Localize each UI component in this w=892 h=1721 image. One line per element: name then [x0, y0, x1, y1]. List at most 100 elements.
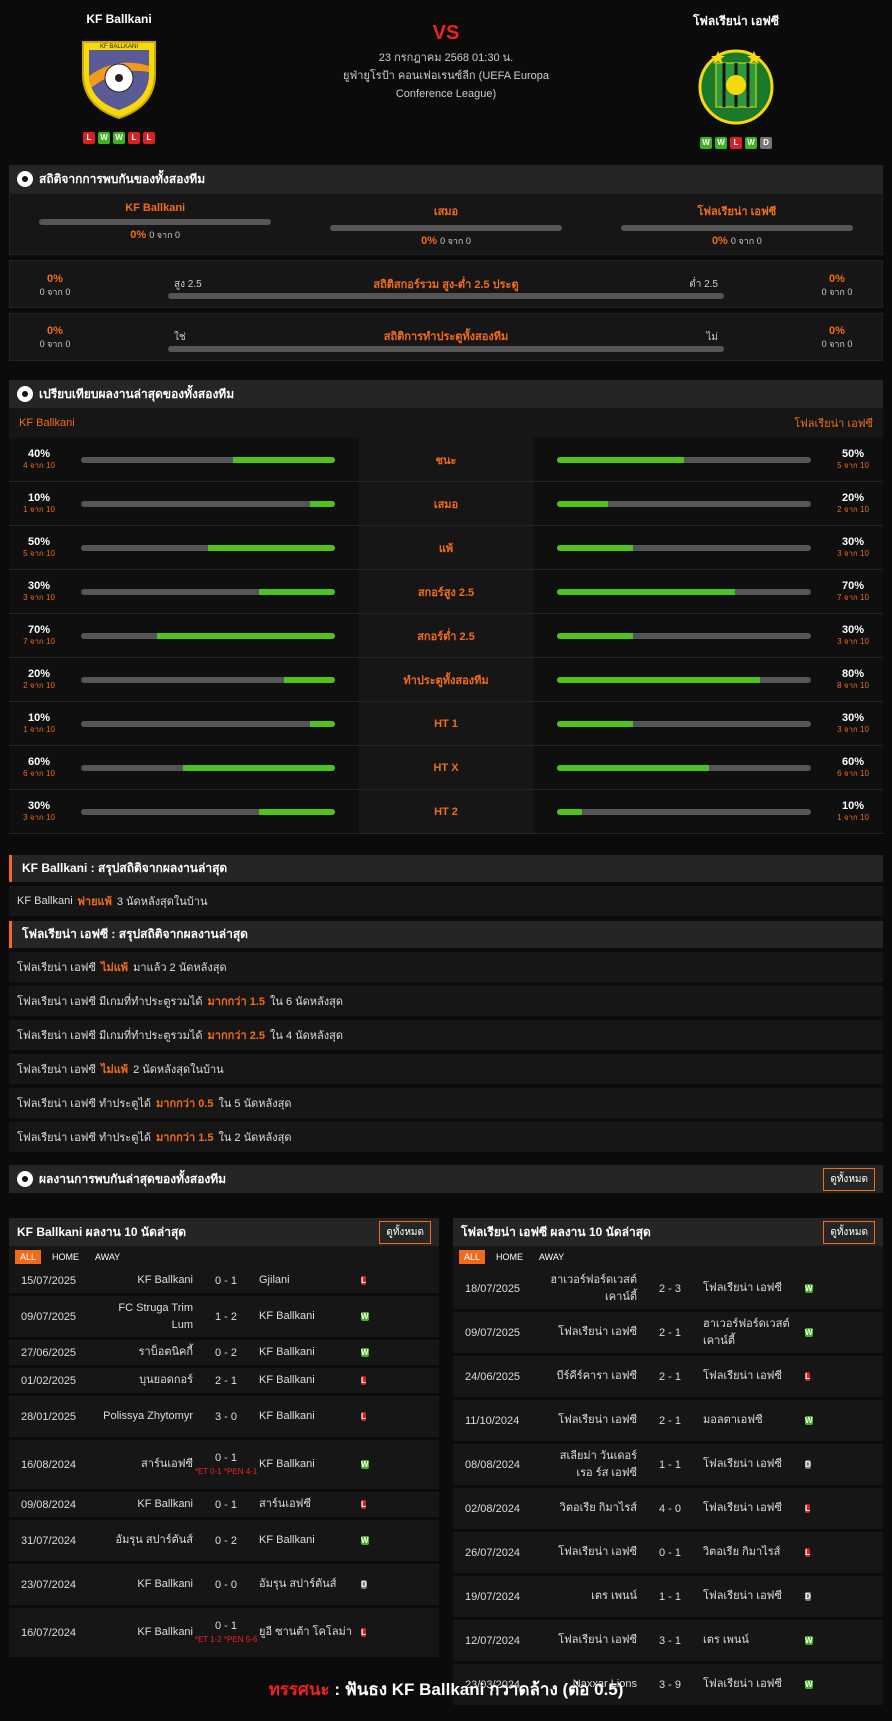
match-row[interactable]: 15/07/2025 KF Ballkani 0 - 1 Gjilani L: [9, 1268, 439, 1296]
compare-home: 30% 3 จาก 10: [9, 790, 359, 833]
soccer-ball-icon: [17, 386, 33, 402]
match-row[interactable]: 12/07/2024 โฟลเรียน่า เอฟซี 3 - 1 เตร เพนน์…: [453, 1620, 883, 1664]
away-bar-fill: [557, 632, 634, 639]
match-score: 0 - 1: [214, 1498, 237, 1511]
form-badge: D: [760, 137, 772, 149]
match-home: สาร์นเอฟซี: [141, 1458, 193, 1470]
home-form: LWWLL: [9, 132, 229, 144]
tab-all[interactable]: ALL: [15, 1250, 42, 1264]
away-pct: 30% 3 จาก 10: [837, 623, 869, 646]
match-header: KF Ballkani KF BALLKANI LWWLL VS 23 กรกฎ…: [9, 0, 883, 160]
match-row[interactable]: 31/07/2024 อัมรุน สปาร์ตันส์ 0 - 2 KF Ballk…: [9, 1520, 439, 1564]
away-team[interactable]: โฟลเรียน่า เอฟซี WWLWD: [626, 12, 846, 149]
tab-home[interactable]: HOME: [491, 1250, 528, 1264]
home-bar: [81, 720, 335, 727]
result-badge: L: [361, 1628, 366, 1637]
match-row[interactable]: 24/06/2025 บีร์คีร์คารา เอฟซี 2 - 1 โฟลเรีย…: [453, 1356, 883, 1400]
btts-stats: 0% 0 จาก 0 ใช่ สถิติการทำประตูทั้งสองทีม …: [9, 313, 883, 361]
result-badge: W: [361, 1312, 369, 1321]
match-score: 1 - 1: [658, 1590, 681, 1603]
match-row[interactable]: 11/10/2024 โฟลเรียน่า เอฟซี 2 - 1 มอลตาเอฟซ…: [453, 1400, 883, 1444]
home-pct: 40% 4 จาก 10: [23, 447, 55, 470]
tab-all[interactable]: ALL: [459, 1250, 486, 1264]
away-summary-title: โฟลเรียน่า เอฟซี : สรุปสถิติจากผลงานล่าส…: [9, 921, 883, 948]
home-pct: 10% 1 จาก 10: [23, 711, 55, 734]
tab-away[interactable]: AWAY: [534, 1250, 569, 1264]
match-home: KF Ballkani: [137, 1274, 193, 1286]
h2h-home: KF Ballkani 0% 0 จาก 0: [10, 194, 300, 254]
match-score: 2 - 1: [658, 1326, 681, 1339]
away-pct: 50% 5 จาก 10: [837, 447, 869, 470]
match-row[interactable]: 08/08/2024 สเลียม่า วันเดอร์เรอ ร์ส เอฟซี…: [453, 1444, 883, 1488]
match-row[interactable]: 09/07/2025 FC Struga Trim Lum 1 - 2 KF Ball…: [9, 1296, 439, 1340]
summary-row: โฟลเรียน่า เอฟซี ทำประตูได้ มากกว่า 1.5 ใน…: [9, 1122, 883, 1152]
match-date: 15/07/2025: [21, 1274, 77, 1287]
result-badge: L: [361, 1412, 366, 1421]
match-away: Gjilani: [259, 1274, 290, 1286]
result-badge: L: [805, 1372, 810, 1381]
result-badge: L: [361, 1500, 366, 1509]
home-bar: [81, 676, 335, 683]
result-badge: W: [361, 1536, 369, 1545]
home-team-logo: KF BALLKANI: [77, 36, 161, 120]
tab-away[interactable]: AWAY: [90, 1250, 125, 1264]
match-date: 01/02/2025: [21, 1374, 77, 1387]
compare-row: 10% 1 จาก 10 HT 1 30% 3 จาก 10: [9, 702, 883, 746]
match-score: 0 - 2: [214, 1346, 237, 1359]
match-row[interactable]: 19/07/2024 เตร เพนน์ 1 - 1 โฟลเรียน่า เอฟซี…: [453, 1576, 883, 1620]
form-badge: L: [128, 132, 140, 144]
home-summary-title: KF Ballkani : สรุปสถิติจากผลงานล่าสุด: [9, 855, 883, 882]
summary-row: โฟลเรียน่า เอฟซี ทำประตูได้ มากกว่า 0.5 ใน…: [9, 1088, 883, 1118]
away-last-matches: โฟลเรียน่า เอฟซี ผลงาน 10 นัดล่าสุด ดูทั้…: [453, 1218, 883, 1708]
match-date: 24/06/2025: [465, 1370, 521, 1383]
match-row[interactable]: 23/07/2024 KF Ballkani 0 - 0 อัมรุน สปาร์ตั…: [9, 1564, 439, 1608]
away-bar-fill: [557, 764, 710, 771]
match-date: 12/07/2024: [465, 1634, 521, 1647]
form-badge: L: [730, 137, 742, 149]
match-row[interactable]: 01/02/2025 บุนยอดกอร์ 2 - 1 KF Ballkani L: [9, 1368, 439, 1396]
match-home: ราบ็อตนิคกี้: [138, 1346, 193, 1358]
form-badge: L: [83, 132, 95, 144]
match-row[interactable]: 09/07/2025 โฟลเรียน่า เอฟซี 2 - 1 ฮาเวอร์ฟอ…: [453, 1312, 883, 1356]
match-row[interactable]: 16/08/2024 สาร์นเอฟซี 0 - 1 *ET 0-1 *PEN 4-…: [9, 1440, 439, 1492]
match-home: Polissya Zhytomyr: [103, 1410, 193, 1422]
match-home: วิตอเรีย กิมาไรส์: [559, 1502, 637, 1514]
compare-label: HT 2: [359, 790, 533, 833]
soccer-ball-icon: [17, 1171, 33, 1187]
away-pct: 80% 8 จาก 10: [837, 667, 869, 690]
home-view-all-button[interactable]: ดูทั้งหมด: [379, 1220, 431, 1244]
prediction: ทรรศนะ : ฟันธง KF Ballkani กวาดล้าง (ต่อ…: [0, 1676, 892, 1703]
match-home: โฟลเรียน่า เอฟซี: [558, 1634, 637, 1646]
match-row[interactable]: 26/07/2024 โฟลเรียน่า เอฟซี 0 - 1 วิตอเรีย …: [453, 1532, 883, 1576]
match-home: FC Struga Trim Lum: [118, 1301, 193, 1331]
match-row[interactable]: 02/08/2024 วิตอเรีย กิมาไรส์ 4 - 0 โฟลเรียน…: [453, 1488, 883, 1532]
view-all-button[interactable]: ดูทั้งหมด: [823, 1167, 875, 1191]
tab-home[interactable]: HOME: [47, 1250, 84, 1264]
match-score: 0 - 1 *ET 0-1 *PEN 4-1: [194, 1451, 258, 1476]
compare-row: 50% 5 จาก 10 แพ้ 30% 3 จาก 10: [9, 526, 883, 570]
match-score: 0 - 1: [214, 1274, 237, 1287]
compare-label: HT X: [359, 746, 533, 789]
svg-text:KF BALLKANI: KF BALLKANI: [100, 44, 138, 50]
match-score: 1 - 2: [214, 1310, 237, 1323]
match-row[interactable]: 27/06/2025 ราบ็อตนิคกี้ 0 - 2 KF Ballkani W: [9, 1340, 439, 1368]
match-row[interactable]: 16/07/2024 KF Ballkani 0 - 1 *ET 1-2 *PEN 5…: [9, 1608, 439, 1660]
match-row[interactable]: 09/08/2024 KF Ballkani 0 - 1 สาร์นเอฟซี L: [9, 1492, 439, 1520]
home-bar: [81, 764, 335, 771]
compare-home: 20% 2 จาก 10: [9, 658, 359, 701]
away-view-all-button[interactable]: ดูทั้งหมด: [823, 1220, 875, 1244]
match-row[interactable]: 18/07/2025 ฮาเวอร์ฟอร์ดเวสต์ เคาน์ตี้ 2 - …: [453, 1268, 883, 1312]
away-bar: [557, 808, 811, 815]
home-team[interactable]: KF Ballkani KF BALLKANI LWWLL: [9, 12, 229, 144]
form-badge: W: [715, 137, 727, 149]
compare-row: 60% 6 จาก 10 HT X 60% 6 จาก 10: [9, 746, 883, 790]
home-pct: 30% 3 จาก 10: [23, 579, 55, 602]
compare-row: 40% 4 จาก 10 ชนะ 50% 5 จาก 10: [9, 438, 883, 482]
compare-label: เสมอ: [359, 482, 533, 525]
compare-away: 30% 3 จาก 10: [533, 526, 883, 569]
result-badge: L: [361, 1276, 366, 1285]
match-row[interactable]: 28/01/2025 Polissya Zhytomyr 3 - 0 KF Ballk…: [9, 1396, 439, 1440]
match-home: โฟลเรียน่า เอฟซี: [558, 1326, 637, 1338]
compare-label: HT 1: [359, 702, 533, 745]
away-pct: 60% 6 จาก 10: [837, 755, 869, 778]
